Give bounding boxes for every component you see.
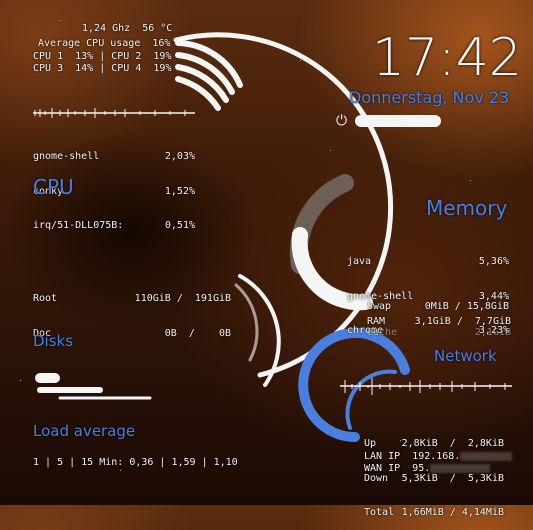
- power-plug-icon: ⏻: [336, 113, 348, 129]
- cpu-average: Average CPU usage 16%: [38, 38, 171, 49]
- disk-row-root: Root 110GiB / 191GiB: [33, 293, 231, 304]
- cpu-graph: [33, 108, 195, 118]
- memory-title: Memory: [426, 196, 508, 220]
- cpu-cores-row2: CPU 3 14% | CPU 4 19%: [33, 63, 172, 74]
- clock-time: 17:42: [372, 28, 522, 88]
- memory-process-row: java 5,36%: [347, 256, 509, 267]
- battery-bar: [355, 115, 441, 127]
- cpu-header: 1,24 Ghz 56 °C: [82, 23, 173, 34]
- cpu-process-row: gnome-shell 2,03%: [33, 151, 195, 162]
- network-lan-row: LAN IP 192.168.: [364, 451, 513, 463]
- disk-arcs: [234, 274, 281, 387]
- disk-doc-arc: [234, 283, 259, 362]
- load-title: Load average: [33, 422, 136, 440]
- network-total-row: Total 1,66MiB / 4,14MiB: [364, 507, 504, 518]
- redacted-block: [430, 463, 491, 473]
- disk-root-arc: [238, 274, 281, 387]
- redacted-block: [460, 451, 513, 461]
- network-title: Network: [434, 347, 497, 365]
- load-values: 1 | 5 | 15 Min: 0,36 | 1,59 | 1,10: [33, 457, 238, 468]
- cpu-title: CPU: [33, 175, 74, 199]
- disks-title: Disks: [33, 332, 74, 350]
- disk-bars: [35, 373, 152, 400]
- clock-date: Donnerstag, Nov 23: [349, 88, 510, 107]
- cpu-cores-row1: CPU 1 13% | CPU 2 19%: [33, 51, 172, 62]
- memory-cache-row: Cache 2,1GiB: [367, 327, 511, 338]
- network-wan-row: WAN IP 95.: [364, 463, 491, 475]
- network-up-row: Up 2,8KiB / 2,8KiB: [364, 438, 504, 449]
- cpu-process-row: irq/51-DLL075B: 0,51%: [33, 220, 195, 231]
